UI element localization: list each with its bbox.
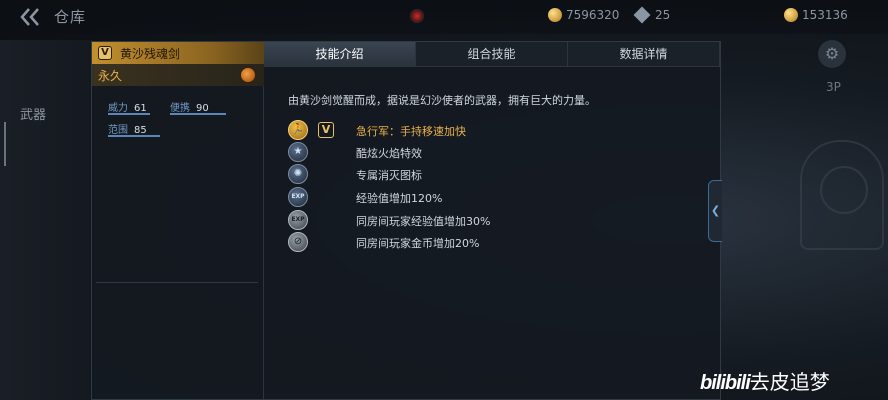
diamond-currency: 25 [633, 6, 671, 24]
stat-power-bar [108, 113, 150, 115]
divider [96, 282, 258, 283]
vip-badge-icon: V [98, 46, 112, 60]
page-title: 仓库 [54, 8, 87, 26]
skill-label: 同房间玩家金币增加20% [356, 237, 480, 250]
running-icon: 🏃 [288, 120, 308, 140]
tab-data-details[interactable]: 数据详情 [568, 42, 720, 66]
coin-icon [784, 8, 798, 22]
tier-icon [240, 67, 256, 83]
top-bar: 仓库 7596320 25 153136 [0, 0, 888, 34]
left-nav-indicator [0, 122, 6, 166]
weapon-name: 黄沙残魂剑 [120, 46, 181, 61]
star-icon: ★ [288, 142, 308, 162]
eliminate-icon: ✺ [288, 164, 308, 184]
coin-room-icon: ⊘ [288, 232, 308, 252]
collapse-panel-button[interactable]: ❮ [708, 180, 722, 242]
exp-room-icon: EXP [288, 210, 308, 230]
stat-range-bar [108, 135, 160, 137]
skill-row: 🏃 V 急行军：手持移速加快 [288, 120, 466, 140]
bilibili-logo: bilibili [700, 372, 751, 394]
settings-icon[interactable]: ⚙ [818, 40, 846, 68]
skill-row: ★ 酷炫火焰特效 [288, 142, 422, 162]
coin-currency: 153136 [784, 8, 848, 22]
stat-carry: 便携 90 [170, 99, 226, 115]
left-nav: 武器 [0, 40, 92, 400]
coin-amount: 153136 [802, 8, 848, 22]
duration-row: 永久 [92, 64, 264, 86]
skill-label: 同房间玩家经验值增加30% [356, 215, 491, 228]
weapon-info-column: V 黄沙残魂剑 永久 威力 61 便携 90 范围 85 [92, 42, 264, 399]
tab-combo-skill[interactable]: 组合技能 [416, 42, 568, 66]
weapon-duration: 永久 [98, 68, 123, 83]
target-board [800, 140, 884, 250]
gold-amount: 7596320 [566, 8, 620, 22]
diamond-icon [633, 6, 651, 24]
skill-row: EXP 同房间玩家经验值增加30% [288, 210, 490, 230]
tab-skill-intro[interactable]: 技能介绍 [264, 42, 416, 66]
stat-power: 威力 61 [108, 99, 150, 115]
skill-row: ⊘ 同房间玩家金币增加20% [288, 232, 479, 252]
gold-currency: 7596320 [548, 8, 619, 22]
skill-label: 急行军：手持移速加快 [356, 125, 466, 138]
detail-tabs: 技能介绍 组合技能 数据详情 [264, 42, 720, 67]
gold-coin-icon [548, 8, 562, 22]
vip-badge-icon: V [318, 122, 334, 138]
exp-icon: EXP [288, 187, 308, 207]
chevron-left-icon: ❮ [710, 204, 721, 217]
weapon-description: 由黄沙剑觉醒而成，据说是幻沙使者的武器，拥有巨大的力量。 [288, 94, 596, 107]
stat-carry-bar [170, 113, 226, 115]
record-icon[interactable] [410, 9, 424, 23]
weapon-detail-panel: V 黄沙残魂剑 永久 威力 61 便携 90 范围 85 技能介绍 组合技能 数据详情… [91, 41, 721, 400]
watermark: bilibili去皮追梦 [700, 366, 830, 395]
diamond-amount: 25 [655, 8, 671, 22]
skill-label: 专属消灭图标 [356, 169, 422, 182]
nav-tab-weapon[interactable]: 武器 [20, 104, 46, 123]
skill-row: ✺ 专属消灭图标 [288, 164, 422, 184]
skill-row: EXP 经验值增加120% [288, 187, 442, 207]
back-icon[interactable] [18, 6, 42, 28]
view-mode-label: 3P [826, 80, 841, 94]
watermark-text: 去皮追梦 [749, 372, 830, 394]
stat-range: 范围 85 [108, 121, 160, 137]
skill-label: 经验值增加120% [356, 192, 443, 205]
weapon-header: V 黄沙残魂剑 [92, 42, 264, 64]
skill-label: 酷炫火焰特效 [356, 147, 422, 160]
